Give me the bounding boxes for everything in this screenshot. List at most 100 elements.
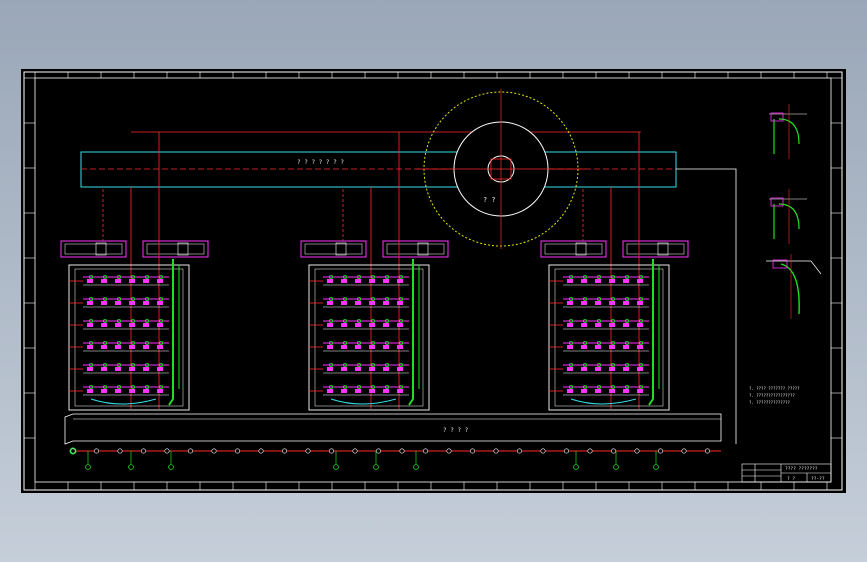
module-body: [68, 264, 190, 411]
node-marker: [281, 448, 287, 454]
green-node: [85, 464, 91, 470]
fitting-mark: [143, 345, 149, 349]
fitting-mark: [115, 279, 121, 283]
node-marker: [235, 448, 241, 454]
fitting-mark: [637, 279, 643, 283]
downcomer-pipe: [648, 259, 654, 406]
node-marker: [469, 448, 475, 454]
title-block-title: ???? ???????: [785, 466, 818, 472]
fitting-mark: [341, 367, 347, 371]
fitting-mark: [157, 367, 163, 371]
fitting-mark: [355, 345, 361, 349]
node-marker: [587, 448, 593, 454]
fitting-mark: [101, 367, 107, 371]
fitting-mark: [637, 323, 643, 327]
fitting-mark: [115, 367, 121, 371]
header-valve: [177, 242, 189, 256]
node-marker: [422, 448, 428, 454]
fitting-mark: [355, 389, 361, 393]
fitting-mark: [101, 301, 107, 305]
right-feed-line: [676, 168, 737, 444]
fitting-mark: [115, 389, 121, 393]
fitting-mark: [567, 367, 573, 371]
fitting-mark: [397, 389, 403, 393]
notes-block: ?. ???? ??????? ????? ?. ???????????????…: [749, 386, 800, 405]
cad-drawing: ? ? ? ? ? ? ? ? ? ? ? ? ? ?. ???? ??????…: [23, 71, 843, 491]
fitting-mark: [383, 389, 389, 393]
fitting-mark: [87, 323, 93, 327]
fitting-mark: [369, 345, 375, 349]
fitting-mark: [157, 279, 163, 283]
fitting-mark: [595, 345, 601, 349]
header-box: [142, 240, 209, 258]
green-node: [613, 464, 619, 470]
fitting-mark: [397, 345, 403, 349]
fitting-mark: [143, 279, 149, 283]
detail-line: [766, 260, 822, 275]
node-marker: [399, 448, 405, 454]
fitting-mark: [623, 389, 629, 393]
green-node: [573, 464, 579, 470]
fitting-mark: [341, 301, 347, 305]
fitting-mark: [567, 323, 573, 327]
node-marker: [634, 448, 640, 454]
fitting-mark: [129, 323, 135, 327]
fitting-mark: [369, 389, 375, 393]
fitting-mark: [383, 367, 389, 371]
fitting-mark: [327, 345, 333, 349]
fitting-mark: [623, 301, 629, 305]
header-valve: [95, 242, 107, 256]
tank-label: ? ? ? ? ? ? ?: [297, 159, 344, 166]
header-box-inner: [626, 243, 685, 255]
fitting-mark: [87, 389, 93, 393]
fitting-mark: [101, 345, 107, 349]
fitting-mark: [129, 345, 135, 349]
fitting-mark: [595, 367, 601, 371]
detail-pipe: [773, 118, 800, 154]
header-box: [540, 240, 607, 258]
fitting-mark: [101, 389, 107, 393]
node-marker: [493, 448, 499, 454]
bottom-loop: [570, 398, 637, 405]
fitting-mark: [637, 301, 643, 305]
title-block-sheet: ? ?: [787, 476, 795, 482]
fitting-mark: [609, 301, 615, 305]
node-marker: [681, 448, 687, 454]
detail-pipe: [780, 263, 800, 315]
fitting-mark: [129, 367, 135, 371]
fitting-mark: [383, 279, 389, 283]
bottom-loop: [90, 398, 157, 405]
node-marker: [610, 448, 616, 454]
header-valve: [657, 242, 669, 256]
fitting-mark: [595, 279, 601, 283]
detail-pipe: [773, 203, 800, 239]
fitting-mark: [143, 389, 149, 393]
process-module: [540, 132, 689, 411]
fitting-mark: [567, 345, 573, 349]
fitting-mark: [101, 279, 107, 283]
header-box-inner: [146, 243, 205, 255]
green-node: [333, 464, 339, 470]
fitting-mark: [129, 279, 135, 283]
fitting-mark: [341, 279, 347, 283]
section-detail: [769, 104, 807, 159]
fitting-mark: [369, 323, 375, 327]
bottom-dim-label: ? ? ? ?: [443, 427, 469, 434]
node-marker: [211, 448, 217, 454]
fitting-mark: [327, 323, 333, 327]
fitting-mark: [115, 345, 121, 349]
header-box-inner: [386, 243, 445, 255]
node-marker: [164, 448, 170, 454]
fitting-mark: [341, 323, 347, 327]
node-marker: [540, 448, 546, 454]
fitting-mark: [609, 367, 615, 371]
fitting-mark: [143, 367, 149, 371]
module-body: [308, 264, 430, 411]
header-box: [60, 240, 127, 258]
fitting-mark: [355, 323, 361, 327]
fitting-mark: [595, 301, 601, 305]
fitting-mark: [397, 323, 403, 327]
fitting-mark: [87, 279, 93, 283]
node-marker: [563, 448, 569, 454]
fitting-mark: [87, 367, 93, 371]
